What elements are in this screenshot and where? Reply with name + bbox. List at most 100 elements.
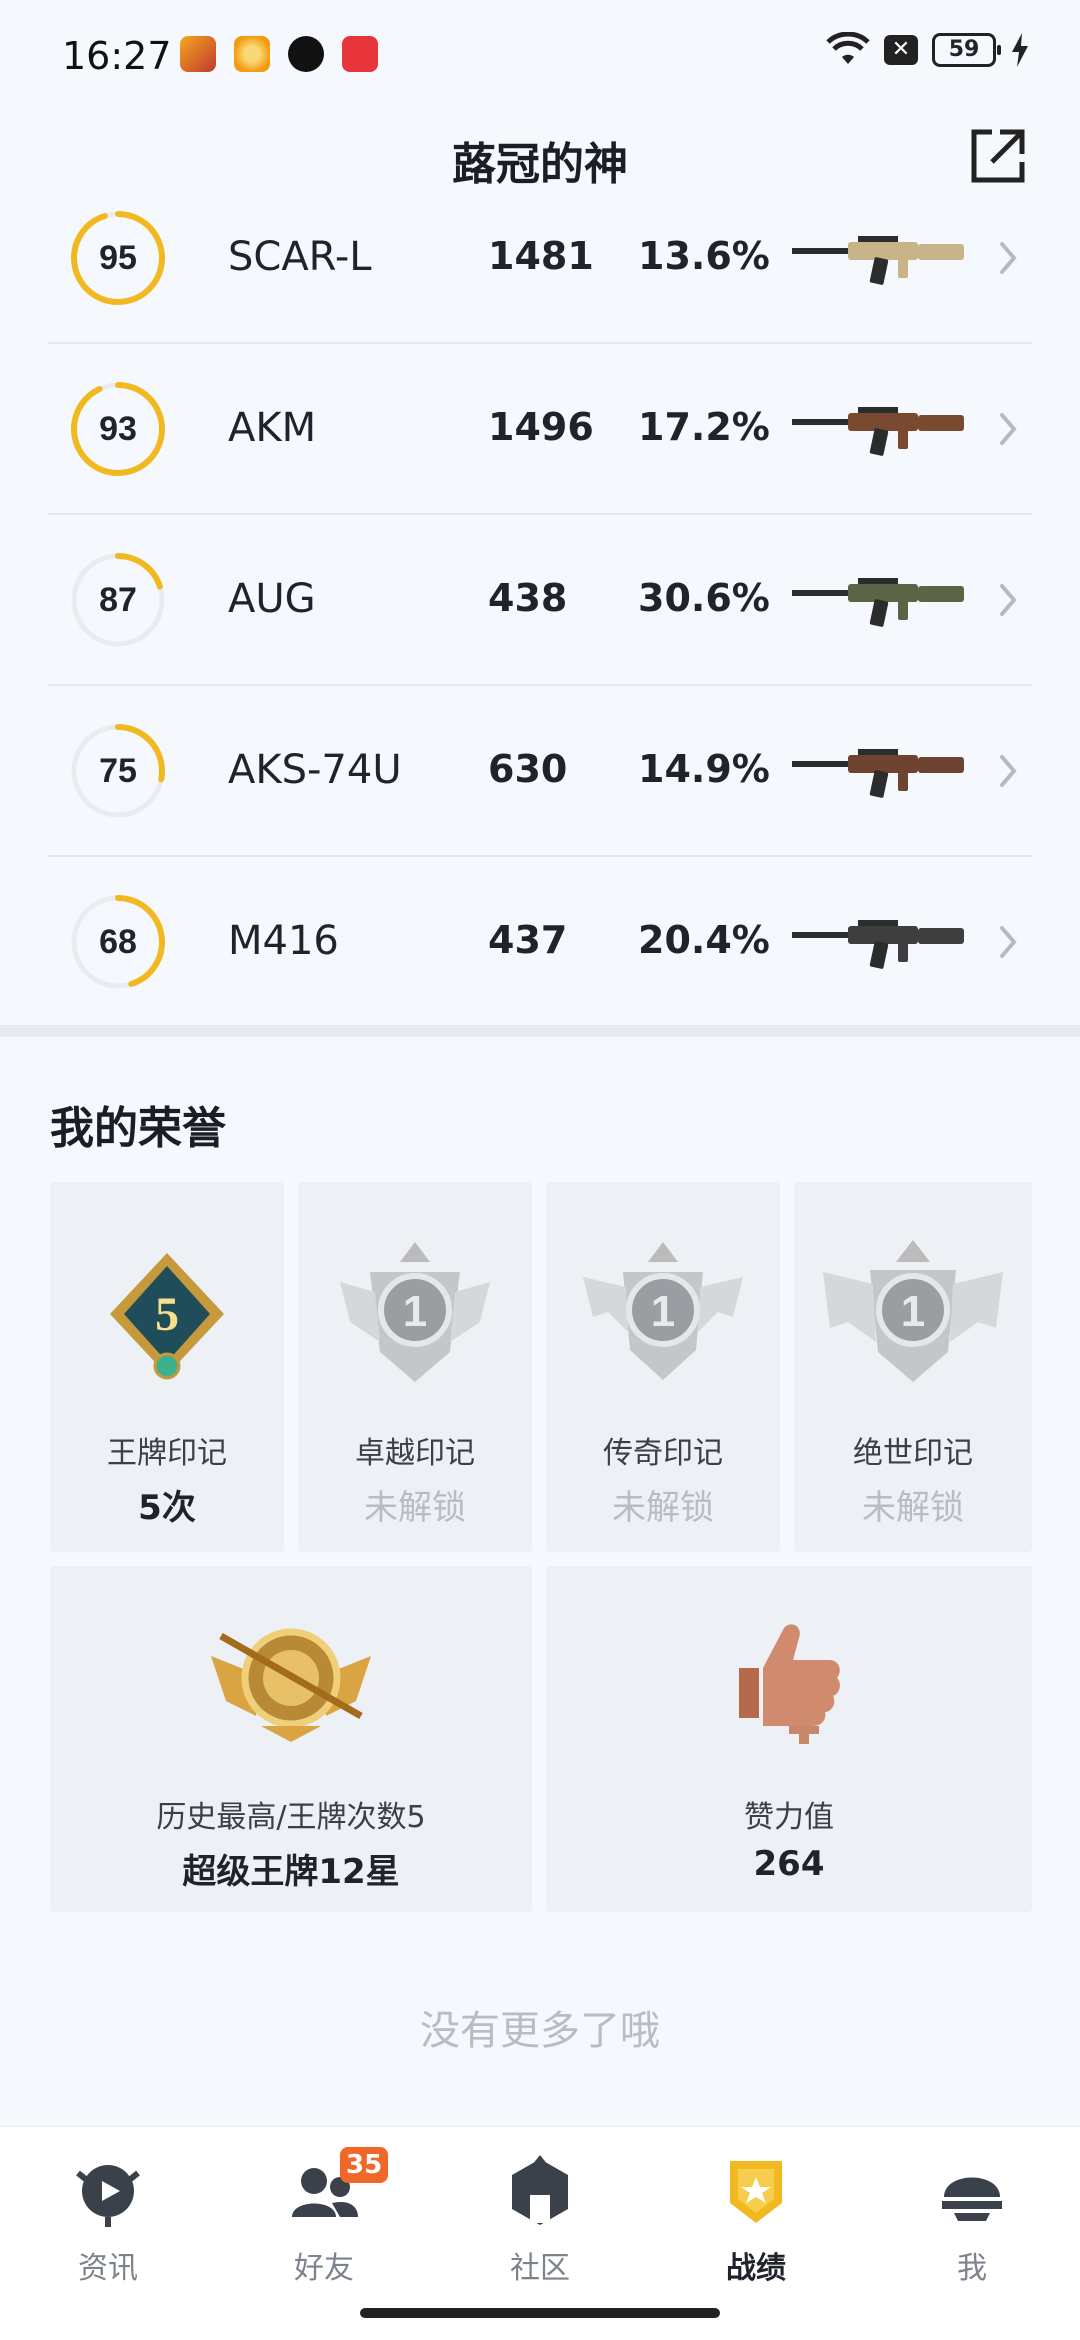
weapon-kills: 1481 xyxy=(488,234,594,278)
honor-section-title: 我的荣誉 xyxy=(50,1103,226,1154)
weapon-name: AUG xyxy=(228,576,316,622)
weapon-rate: 14.9% xyxy=(638,747,770,791)
weapon-image-icon xyxy=(792,407,964,456)
excellent-mark-badge-icon: 1 xyxy=(340,1242,490,1382)
notification-off-icon: ✕ xyxy=(884,35,918,65)
weapon-score-ring: 75 xyxy=(70,723,166,819)
section-divider xyxy=(0,1025,1080,1037)
honor-card-likes[interactable]: 赞力值 264 xyxy=(546,1566,1032,1912)
weapon-rate: 13.6% xyxy=(638,234,770,278)
weapon-score: 93 xyxy=(99,410,137,448)
weapon-name: AKS-74U xyxy=(228,747,402,793)
nav-item-friends[interactable]: 35 好友 xyxy=(254,2147,394,2287)
charging-icon xyxy=(1012,33,1028,67)
weapon-kills: 630 xyxy=(488,747,568,791)
home-indicator[interactable] xyxy=(360,2308,720,2318)
record-icon xyxy=(730,2161,782,2223)
battery-icon: 59 xyxy=(932,33,1001,67)
honor-card-label: 卓越印记 xyxy=(355,1436,475,1471)
weapon-score: 87 xyxy=(99,581,137,619)
weapon-row[interactable]: 68 M416 437 20.4% xyxy=(48,857,1032,1028)
legend-mark-badge-icon: 1 xyxy=(583,1242,743,1380)
svg-text:5: 5 xyxy=(155,1288,179,1341)
weapon-score-ring: 95 xyxy=(70,210,166,306)
super-ace-rank-badge-icon xyxy=(211,1628,371,1742)
bear-app-icon xyxy=(288,36,324,72)
wifi-icon xyxy=(826,32,870,64)
weapon-name: M416 xyxy=(228,918,339,964)
weapon-kills: 437 xyxy=(488,918,568,962)
chevron-right-icon xyxy=(1000,413,1017,445)
weapon-score: 95 xyxy=(99,239,137,277)
thumbs-up-icon xyxy=(739,1624,840,1744)
nav-label: 社区 xyxy=(510,2251,570,2286)
honor-card-value: 未解锁 xyxy=(364,1488,466,1528)
svg-text:1: 1 xyxy=(403,1287,427,1336)
weapon-rate: 20.4% xyxy=(638,918,770,962)
community-icon xyxy=(512,2155,568,2225)
weapon-row[interactable]: 95 SCAR-L 1481 13.6% xyxy=(48,200,1032,344)
title-bar: 蕗冠的神 xyxy=(0,110,1080,210)
ace-mark-badge-icon: 5 xyxy=(110,1253,224,1380)
honor-card-label: 赞力值 xyxy=(744,1800,834,1835)
status-time: 16:27 xyxy=(62,34,172,78)
weapon-score: 75 xyxy=(99,752,137,790)
end-of-list-text: 没有更多了哦 xyxy=(420,2008,660,2054)
chevron-right-icon xyxy=(1000,926,1017,958)
honor-card-excellent[interactable]: 1 卓越印记 未解锁 xyxy=(298,1182,532,1552)
honor-card-highest-rank[interactable]: 历史最高/王牌次数5 超级王牌12星 xyxy=(50,1566,532,1912)
honor-card-label: 绝世印记 xyxy=(853,1436,973,1471)
svg-text:1: 1 xyxy=(651,1287,675,1336)
nav-label: 资讯 xyxy=(78,2251,138,2286)
weapon-image-icon xyxy=(792,236,964,285)
chevron-right-icon xyxy=(1000,242,1017,274)
nav-item-community[interactable]: 社区 xyxy=(470,2151,610,2287)
honor-card-value: 超级王牌12星 xyxy=(182,1852,400,1892)
weapon-image-icon xyxy=(792,749,964,798)
nav-label: 战绩 xyxy=(726,2251,786,2286)
honor-card-legend[interactable]: 1 传奇印记 未解锁 xyxy=(546,1182,780,1552)
game-app-icon xyxy=(180,36,216,72)
weapon-kills: 438 xyxy=(488,576,568,620)
nav-item-me[interactable]: 我 xyxy=(902,2151,1042,2287)
nav-item-record[interactable]: 战绩 xyxy=(686,2151,826,2287)
honor-card-value: 未解锁 xyxy=(862,1488,964,1528)
weapon-row[interactable]: 93 AKM 1496 17.2% xyxy=(48,344,1032,515)
weapon-list: 95 SCAR-L 1481 13.6% 93 AKM 1496 17.2% 87 AUG 438 3… xyxy=(48,200,1032,1028)
notification-app-icons xyxy=(180,36,378,72)
honor-card-value: 5次 xyxy=(138,1488,196,1528)
gold-app-icon xyxy=(234,36,270,72)
page-title: 蕗冠的神 xyxy=(452,139,628,190)
system-icons: ✕ 59 xyxy=(826,32,1030,68)
weapon-score-ring: 93 xyxy=(70,381,166,477)
weapon-name: SCAR-L xyxy=(228,234,372,280)
honor-card-value: 未解锁 xyxy=(612,1488,714,1528)
weapon-score-ring: 68 xyxy=(70,894,166,990)
weapon-image-icon xyxy=(792,920,964,969)
weapon-kills: 1496 xyxy=(488,405,594,449)
honor-card-peerless[interactable]: 1 绝世印记 未解锁 xyxy=(794,1182,1032,1552)
weapon-name: AKM xyxy=(228,405,317,451)
share-icon[interactable] xyxy=(966,124,1030,188)
nav-label: 好友 xyxy=(294,2251,354,2286)
honor-card-ace[interactable]: 5 王牌印记 5次 xyxy=(50,1182,284,1552)
honor-card-label: 历史最高/王牌次数5 xyxy=(156,1800,426,1835)
friends-count-badge: 35 xyxy=(340,2147,389,2183)
honor-card-label: 王牌印记 xyxy=(107,1436,227,1471)
peerless-mark-badge-icon: 1 xyxy=(823,1240,1003,1382)
weapon-rate: 30.6% xyxy=(638,576,770,620)
chevron-right-icon xyxy=(1000,584,1017,616)
chevron-right-icon xyxy=(1000,755,1017,787)
weapon-rate: 17.2% xyxy=(638,405,770,449)
music-app-icon xyxy=(342,36,378,72)
svg-text:1: 1 xyxy=(901,1287,925,1336)
weapon-score-ring: 87 xyxy=(70,552,166,648)
weapon-row[interactable]: 87 AUG 438 30.6% xyxy=(48,515,1032,686)
weapon-row[interactable]: 75 AKS-74U 630 14.9% xyxy=(48,686,1032,857)
nav-item-news[interactable]: 资讯 xyxy=(38,2151,178,2287)
nav-label: 我 xyxy=(957,2251,987,2286)
honor-card-value: 264 xyxy=(753,1844,825,1884)
news-icon xyxy=(76,2165,140,2227)
status-bar: 16:27 ✕ 59 xyxy=(0,0,1080,110)
weapon-score: 68 xyxy=(99,923,137,961)
